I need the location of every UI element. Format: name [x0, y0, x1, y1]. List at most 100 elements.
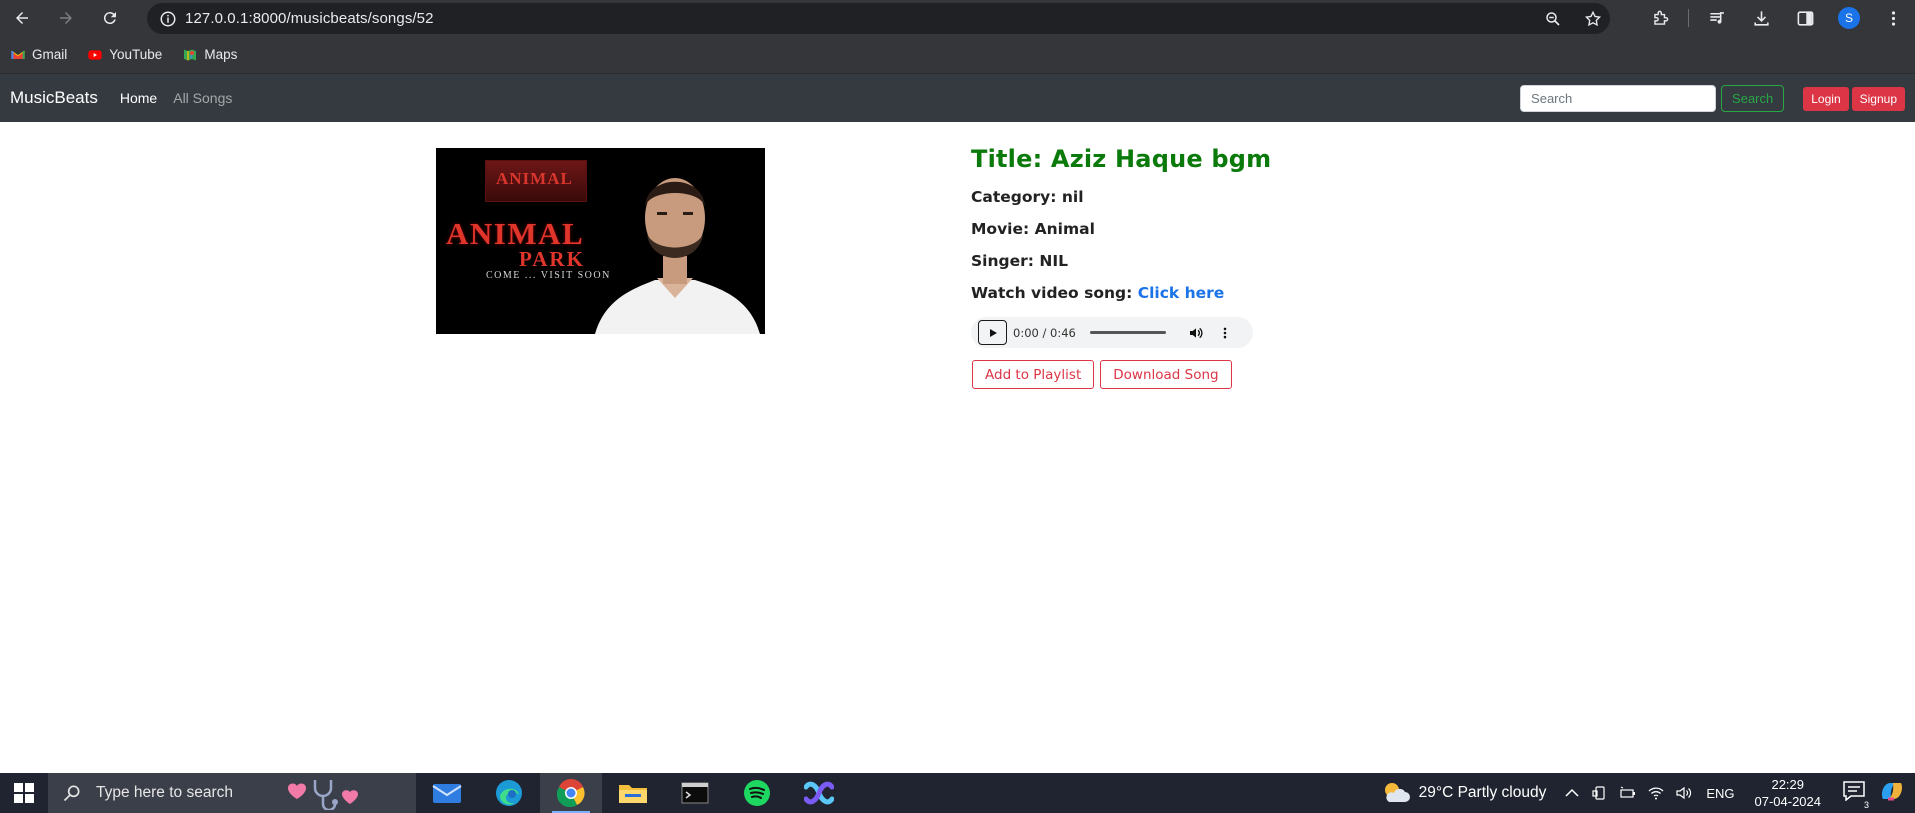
video-label: Watch video song: — [971, 284, 1138, 302]
cover-poster-title: ANIMAL — [496, 169, 573, 188]
cover-subtitle: PARK — [519, 247, 585, 271]
taskbar-terminal[interactable] — [664, 773, 726, 813]
search-icon — [63, 785, 80, 802]
windows-logo-icon — [14, 783, 34, 803]
singer-value: NIL — [1039, 252, 1068, 270]
stethoscope-hearts-icon — [288, 780, 358, 810]
nav-link-all-songs[interactable]: All Songs — [173, 90, 232, 106]
bookmark-gmail[interactable]: Gmail — [10, 47, 67, 63]
avatar: S — [1838, 7, 1860, 29]
clock-time: 22:29 — [1771, 777, 1805, 792]
cover-person-figure — [595, 178, 760, 334]
play-button[interactable] — [978, 320, 1007, 345]
chrome-menu-button[interactable] — [1871, 0, 1915, 36]
taskbar-webex[interactable] — [788, 773, 850, 813]
weather-text: 29°C Partly cloudy — [1418, 784, 1547, 801]
back-button[interactable] — [0, 0, 44, 36]
notification-count: 3 — [1863, 799, 1869, 810]
song-movie: Movie: Animal — [971, 220, 1095, 238]
audio-time: 0:00 / 0:46 — [1013, 325, 1076, 340]
nav-link-home[interactable]: Home — [120, 90, 157, 106]
side-panel-icon — [1797, 10, 1813, 26]
device-icon[interactable] — [1592, 785, 1608, 801]
search-button[interactable]: Search — [1721, 85, 1785, 112]
bookmark-youtube[interactable]: YouTube — [87, 47, 162, 63]
forward-button[interactable] — [44, 0, 88, 36]
side-panel-button[interactable] — [1783, 0, 1827, 36]
navbar-actions: Search Login Signup — [1520, 85, 1905, 112]
movie-value: Animal — [1034, 220, 1095, 238]
toolbar-divider — [1688, 9, 1689, 27]
notification-center-button[interactable]: 3 — [1843, 780, 1869, 810]
bookmark-star-icon[interactable] — [1584, 10, 1602, 28]
wifi-icon[interactable] — [1648, 785, 1664, 801]
video-link[interactable]: Click here — [1138, 284, 1225, 302]
song-category: Category: nil — [971, 188, 1084, 206]
mail-icon — [432, 784, 462, 803]
speaker-icon[interactable] — [1676, 785, 1692, 801]
profile-button[interactable]: S — [1827, 0, 1871, 36]
song-video: Watch video song: Click here — [971, 284, 1224, 302]
play-icon — [989, 328, 997, 337]
taskbar-search-placeholder: Type here to search — [96, 784, 233, 801]
brand-link[interactable]: MusicBeats — [10, 88, 98, 108]
song-singer: Singer: NIL — [971, 252, 1068, 270]
arrow-right-icon — [60, 12, 72, 24]
youtube-icon — [88, 49, 102, 60]
song-title: Title: Aziz Haque bgm — [971, 145, 1272, 173]
download-icon — [1753, 10, 1769, 26]
taskbar-spotify[interactable] — [726, 773, 788, 813]
weather-widget[interactable]: 29°C Partly cloudy — [1381, 780, 1547, 806]
song-actions: Add to Playlist Download Song — [972, 360, 1232, 389]
clock[interactable]: 22:29 07-04-2024 — [1755, 776, 1822, 810]
bookmark-label: Gmail — [32, 47, 68, 62]
reload-icon — [103, 12, 116, 25]
start-button[interactable] — [0, 773, 48, 813]
terminal-icon — [681, 782, 709, 804]
search-input[interactable] — [1520, 85, 1717, 112]
cover-mini-poster: ANIMAL — [485, 160, 587, 202]
address-bar[interactable]: 127.0.0.1:8000/musicbeats/songs/52 — [147, 3, 1610, 34]
download-song-button[interactable]: Download Song — [1100, 360, 1232, 389]
add-to-playlist-button[interactable]: Add to Playlist — [972, 360, 1095, 389]
battery-icon[interactable] — [1620, 785, 1636, 801]
downloads-button[interactable] — [1739, 0, 1783, 36]
maps-icon — [184, 49, 197, 60]
puzzle-icon — [1653, 10, 1668, 25]
site-navbar: MusicBeats Home All Songs Search Login S… — [0, 74, 1915, 122]
system-tray: 29°C Partly cloudy ENG 22:29 07-04-2024 … — [1381, 773, 1915, 813]
media-button[interactable] — [1695, 0, 1739, 36]
site-info-icon[interactable] — [151, 3, 185, 34]
arrow-left-icon — [16, 12, 28, 24]
audio-player: 0:00 / 0:46 — [971, 317, 1253, 348]
zoom-icon[interactable] — [1544, 10, 1562, 28]
bookmark-maps[interactable]: Maps — [182, 47, 237, 63]
reload-button[interactable] — [88, 0, 132, 36]
clock-date: 07-04-2024 — [1754, 794, 1822, 809]
folder-icon — [619, 785, 647, 803]
movie-label: Movie: — [971, 220, 1035, 238]
taskbar-chrome[interactable] — [540, 773, 602, 813]
bookmarks-bar: Gmail YouTube Maps — [0, 36, 1915, 74]
taskbar-file-explorer[interactable] — [602, 773, 664, 813]
tray-icons — [1564, 785, 1692, 801]
category-label: Category: — [971, 188, 1062, 206]
volume-icon[interactable] — [1188, 325, 1204, 341]
extensions-button[interactable] — [1638, 0, 1682, 36]
edge-icon — [496, 780, 522, 806]
chevron-up-icon[interactable] — [1564, 785, 1580, 801]
copilot-button[interactable] — [1879, 779, 1905, 808]
bookmark-label: Maps — [204, 47, 238, 62]
category-value: nil — [1061, 188, 1084, 206]
webex-icon — [804, 781, 834, 805]
song-cover-image: ANIMAL ANIMAL PARK COME ... VISIT SOON — [436, 148, 765, 334]
bookmark-label: YouTube — [109, 47, 163, 62]
more-options-icon[interactable] — [1218, 326, 1232, 340]
taskbar-mail[interactable] — [416, 773, 478, 813]
taskbar-edge[interactable] — [478, 773, 540, 813]
audio-progress-slider[interactable] — [1089, 331, 1166, 334]
login-button[interactable]: Login — [1803, 86, 1849, 111]
taskbar-search[interactable]: Type here to search — [48, 773, 416, 813]
signup-button[interactable]: Signup — [1851, 86, 1905, 111]
language-indicator[interactable]: ENG — [1706, 786, 1734, 801]
